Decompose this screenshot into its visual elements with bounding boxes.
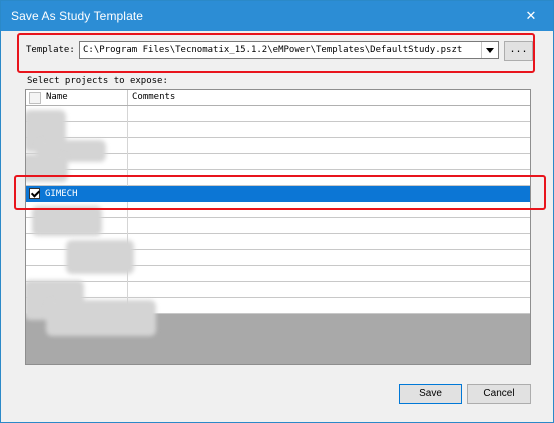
close-button[interactable]: ✕ — [509, 1, 553, 31]
cancel-button[interactable]: Cancel — [467, 384, 531, 404]
list-item[interactable] — [26, 298, 530, 314]
list-item[interactable] — [26, 122, 530, 138]
projects-label: Select projects to expose: — [27, 76, 168, 86]
highlight-template-annotation — [17, 33, 535, 73]
window-title: Save As Study Template — [11, 9, 144, 23]
column-divider — [127, 138, 128, 154]
column-header-name[interactable]: Name — [46, 92, 68, 102]
select-all-checkbox[interactable] — [29, 92, 41, 104]
list-header: Name Comments — [26, 90, 530, 106]
title-bar[interactable]: Save As Study Template ✕ — [1, 1, 553, 31]
list-item[interactable] — [26, 154, 530, 170]
column-divider — [127, 154, 128, 170]
column-divider — [127, 250, 128, 266]
column-divider — [127, 234, 128, 250]
column-divider — [127, 298, 128, 314]
list-item[interactable] — [26, 250, 530, 266]
list-item[interactable] — [26, 282, 530, 298]
highlight-row-annotation — [14, 175, 546, 210]
list-item[interactable] — [26, 234, 530, 250]
column-divider — [127, 106, 128, 122]
column-divider — [127, 122, 128, 138]
list-item[interactable] — [26, 106, 530, 122]
column-header-comments[interactable]: Comments — [132, 92, 175, 102]
column-divider — [127, 266, 128, 282]
close-icon: ✕ — [525, 8, 537, 23]
projects-list[interactable]: Name Comments GIMECH — [25, 89, 531, 365]
list-item[interactable] — [26, 266, 530, 282]
column-divider — [127, 218, 128, 234]
save-button[interactable]: Save — [399, 384, 462, 404]
project-rows: GIMECH — [26, 106, 530, 314]
dialog-window: Save As Study Template ✕ Template: C:\Pr… — [0, 0, 554, 423]
column-divider — [127, 282, 128, 298]
column-divider[interactable] — [127, 90, 128, 105]
list-item[interactable] — [26, 138, 530, 154]
list-item[interactable] — [26, 218, 530, 234]
